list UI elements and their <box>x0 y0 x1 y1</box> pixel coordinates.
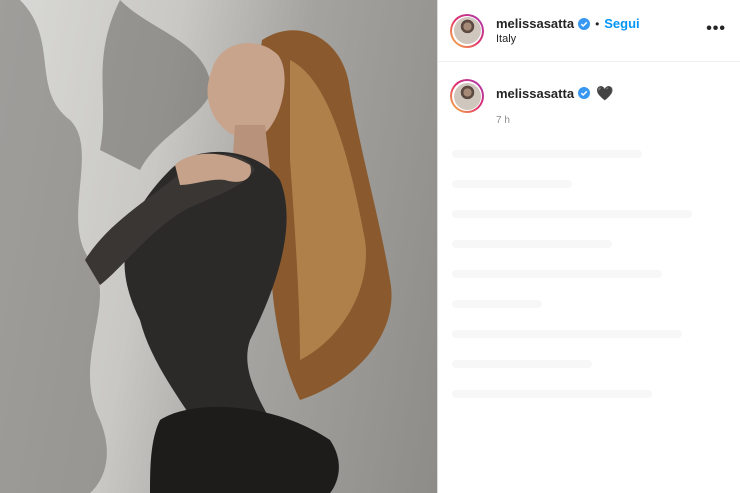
separator-dot: • <box>595 16 600 31</box>
faded-line <box>452 390 652 398</box>
avatar-image <box>453 17 481 44</box>
caption: melissasatta 🖤 7 h <box>438 62 740 126</box>
faded-line <box>452 360 592 368</box>
verified-badge-icon <box>578 87 591 99</box>
verified-badge-icon <box>578 17 591 30</box>
more-options-icon[interactable]: ••• <box>706 20 726 38</box>
photo-illustration <box>0 0 392 493</box>
post-timestamp[interactable]: 7 h <box>496 115 614 126</box>
user-row: melissasatta • Segui <box>496 16 640 31</box>
faded-line <box>452 330 682 338</box>
user-block: melissasatta • Segui Italy <box>496 16 640 45</box>
faded-line <box>452 180 572 188</box>
post-header: melissasatta • Segui Italy ••• <box>438 0 740 62</box>
faded-line <box>452 300 542 308</box>
caption-avatar[interactable] <box>450 79 484 113</box>
faded-line <box>452 150 642 158</box>
location-link[interactable]: Italy <box>496 33 640 45</box>
avatar-ring <box>452 15 482 46</box>
faded-comments-area <box>452 150 732 480</box>
avatar[interactable] <box>450 13 484 48</box>
faded-line <box>452 270 662 278</box>
post-side-panel: melissasatta • Segui Italy ••• melissasa… <box>437 0 740 493</box>
caption-avatar-image <box>453 82 481 110</box>
instagram-post: melissasatta • Segui Italy ••• melissasa… <box>0 0 740 493</box>
follow-button[interactable]: Segui <box>604 16 639 31</box>
caption-row: melissasatta 🖤 <box>496 83 614 103</box>
username-link[interactable]: melissasatta <box>496 16 574 31</box>
post-photo[interactable] <box>0 0 437 493</box>
black-heart-emoji: 🖤 <box>596 84 614 101</box>
faded-line <box>452 240 612 248</box>
caption-avatar-ring <box>452 81 482 111</box>
caption-body: melissasatta 🖤 7 h <box>496 79 614 127</box>
faded-line <box>452 210 692 218</box>
caption-username-link[interactable]: melissasatta <box>496 86 574 101</box>
